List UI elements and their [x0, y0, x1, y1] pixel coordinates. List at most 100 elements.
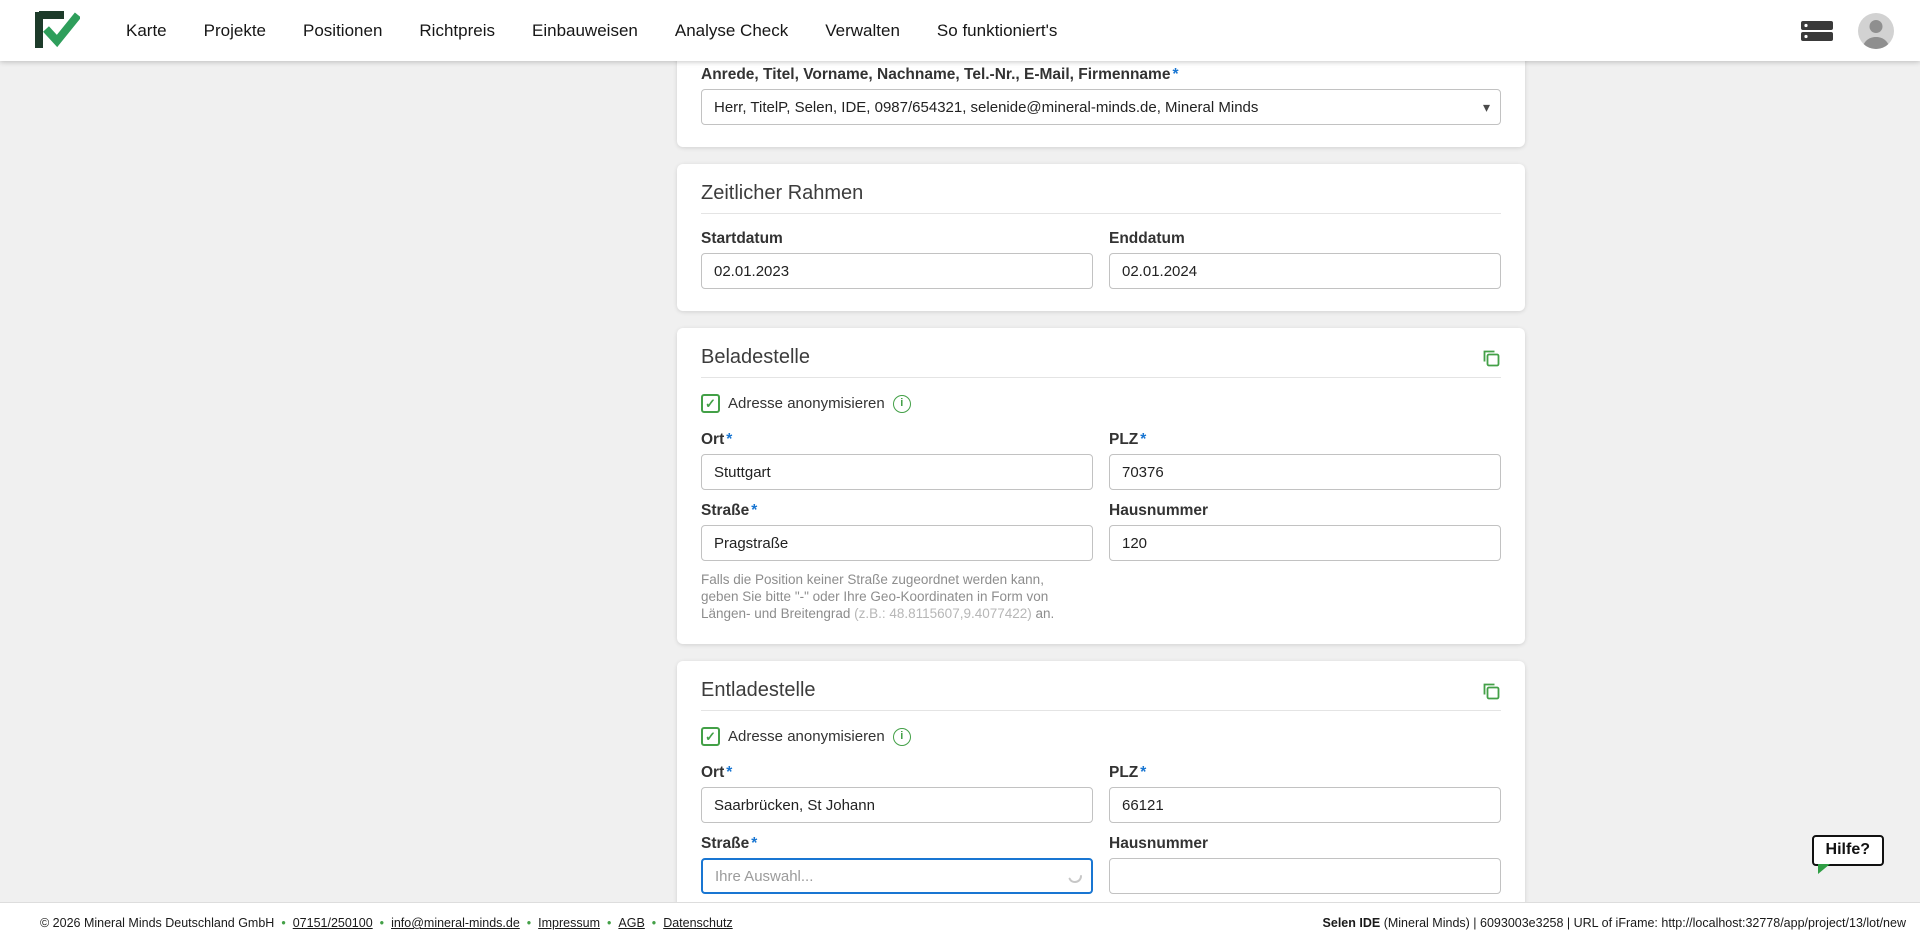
startdatum-input[interactable] [701, 253, 1093, 289]
main-navigation: Karte Projekte Positionen Richtpreis Ein… [126, 21, 1057, 41]
anonymize-checkbox[interactable]: ✓ [701, 394, 720, 413]
ort-label-text: Ort [701, 431, 724, 448]
nav-item-positionen[interactable]: Positionen [303, 21, 382, 41]
contact-field-label: Anrede, Titel, Vorname, Nachname, Tel.-N… [701, 66, 1501, 84]
footer-user-name: Selen IDE [1323, 916, 1381, 930]
copyright-text: © 2026 Mineral Minds Deutschland GmbH [40, 916, 274, 930]
required-marker: * [751, 502, 757, 519]
footer-left: © 2026 Mineral Minds Deutschland GmbH • … [40, 916, 733, 930]
footer-session-info: (Mineral Minds) | 6093003e3258 | URL of … [1380, 916, 1906, 930]
info-icon[interactable]: i [893, 728, 911, 746]
entladestelle-strasse-field: Straße* [701, 835, 1093, 894]
bullet-separator: • [527, 916, 531, 930]
beladestelle-card: Beladestelle ✓ Adresse anonymisieren i O… [677, 328, 1525, 644]
beladestelle-strasse-input[interactable] [701, 525, 1093, 561]
ort-label-text: Ort [701, 764, 724, 781]
footer-email-link[interactable]: info@mineral-minds.de [391, 916, 520, 930]
anonymize-checkbox[interactable]: ✓ [701, 727, 720, 746]
main-content: Anrede, Titel, Vorname, Nachname, Tel.-N… [0, 61, 1920, 902]
footer-right: Selen IDE (Mineral Minds) | 6093003e3258… [1323, 916, 1906, 930]
nav-item-analyse-check[interactable]: Analyse Check [675, 21, 788, 41]
navbar-right-section [1800, 13, 1894, 49]
beladestelle-hausnummer-field: Hausnummer [1109, 502, 1501, 561]
ort-label: Ort* [701, 764, 1093, 782]
beladestelle-plz-input[interactable] [1109, 454, 1501, 490]
beladestelle-plz-field: PLZ* [1109, 431, 1501, 490]
entladestelle-ort-field: Ort* [701, 764, 1093, 823]
enddatum-input[interactable] [1109, 253, 1501, 289]
beladestelle-ort-field: Ort* [701, 431, 1093, 490]
beladestelle-ort-input[interactable] [701, 454, 1093, 490]
entladestelle-anonymize-row: ✓ Adresse anonymisieren i [701, 727, 1501, 746]
entladestelle-plz-field: PLZ* [1109, 764, 1501, 823]
nav-item-richtpreis[interactable]: Richtpreis [419, 21, 495, 41]
contact-select-value: Herr, TitelP, Selen, IDE, 0987/654321, s… [714, 99, 1475, 116]
startdatum-field: Startdatum [701, 230, 1093, 289]
timeframe-card: Zeitlicher Rahmen Startdatum Enddatum [677, 164, 1525, 311]
entladestelle-hausnummer-input[interactable] [1109, 858, 1501, 894]
strasse-label-text: Straße [701, 502, 749, 519]
loading-spinner-icon [1067, 868, 1083, 889]
strasse-helper-text: Falls die Position keiner Straße zugeord… [701, 571, 1079, 622]
plz-label: PLZ* [1109, 431, 1501, 449]
helper-text-example: (z.B.: 48.8115607,9.4077422) [854, 606, 1032, 621]
beladestelle-strasse-field: Straße* Falls die Position keiner Straße… [701, 502, 1093, 622]
enddatum-field: Enddatum [1109, 230, 1501, 289]
strasse-label-text: Straße [701, 835, 749, 852]
contact-select[interactable]: Herr, TitelP, Selen, IDE, 0987/654321, s… [701, 89, 1501, 125]
mineral-minds-logo[interactable] [34, 10, 80, 52]
nav-item-einbauweisen[interactable]: Einbauweisen [532, 21, 638, 41]
plz-label-text: PLZ [1109, 431, 1138, 448]
nav-item-projekte[interactable]: Projekte [204, 21, 266, 41]
copy-icon[interactable] [1481, 348, 1501, 368]
required-marker: * [726, 764, 732, 781]
strasse-label: Straße* [701, 502, 1093, 520]
divider [701, 377, 1501, 378]
user-avatar[interactable] [1858, 13, 1894, 49]
footer-phone-link[interactable]: 07151/250100 [293, 916, 373, 930]
helper-text-suffix: an. [1032, 606, 1055, 621]
bullet-separator: • [607, 916, 611, 930]
plz-label-text: PLZ [1109, 764, 1138, 781]
entladestelle-hausnummer-field: Hausnummer [1109, 835, 1501, 894]
form-column: Anrede, Titel, Vorname, Nachname, Tel.-N… [677, 61, 1525, 902]
anonymize-label: Adresse anonymisieren [728, 728, 885, 745]
footer-datenschutz-link[interactable]: Datenschutz [663, 916, 732, 930]
help-button[interactable]: Hilfe? [1812, 835, 1884, 866]
strasse-label: Straße* [701, 835, 1093, 853]
hausnummer-label: Hausnummer [1109, 835, 1501, 853]
ort-label: Ort* [701, 431, 1093, 449]
entladestelle-card-title: Entladestelle [701, 679, 816, 702]
divider [701, 710, 1501, 711]
footer-impressum-link[interactable]: Impressum [538, 916, 600, 930]
enddatum-label: Enddatum [1109, 230, 1501, 248]
entladestelle-plz-input[interactable] [1109, 787, 1501, 823]
beladestelle-card-title: Beladestelle [701, 346, 810, 369]
contact-card: Anrede, Titel, Vorname, Nachname, Tel.-N… [677, 61, 1525, 147]
copy-icon[interactable] [1481, 681, 1501, 701]
bullet-separator: • [380, 916, 384, 930]
entladestelle-strasse-input[interactable] [701, 858, 1093, 894]
contact-field-label-text: Anrede, Titel, Vorname, Nachname, Tel.-N… [701, 66, 1170, 83]
page-footer: © 2026 Mineral Minds Deutschland GmbH • … [0, 902, 1920, 943]
required-marker: * [1140, 431, 1146, 448]
timeframe-card-title: Zeitlicher Rahmen [701, 182, 863, 205]
nav-item-so-funktionierts[interactable]: So funktioniert's [937, 21, 1057, 41]
divider [701, 213, 1501, 214]
bullet-separator: • [652, 916, 656, 930]
required-marker: * [751, 835, 757, 852]
anonymize-label: Adresse anonymisieren [728, 395, 885, 412]
nav-item-karte[interactable]: Karte [126, 21, 167, 41]
hausnummer-label: Hausnummer [1109, 502, 1501, 520]
server-icon[interactable] [1800, 18, 1834, 44]
beladestelle-hausnummer-input[interactable] [1109, 525, 1501, 561]
required-marker: * [726, 431, 732, 448]
entladestelle-ort-input[interactable] [701, 787, 1093, 823]
startdatum-label: Startdatum [701, 230, 1093, 248]
entladestelle-card: Entladestelle ✓ Adresse anonymisieren i … [677, 661, 1525, 902]
footer-agb-link[interactable]: AGB [618, 916, 644, 930]
nav-item-verwalten[interactable]: Verwalten [825, 21, 900, 41]
required-marker: * [1140, 764, 1146, 781]
info-icon[interactable]: i [893, 395, 911, 413]
required-marker: * [1172, 66, 1178, 83]
